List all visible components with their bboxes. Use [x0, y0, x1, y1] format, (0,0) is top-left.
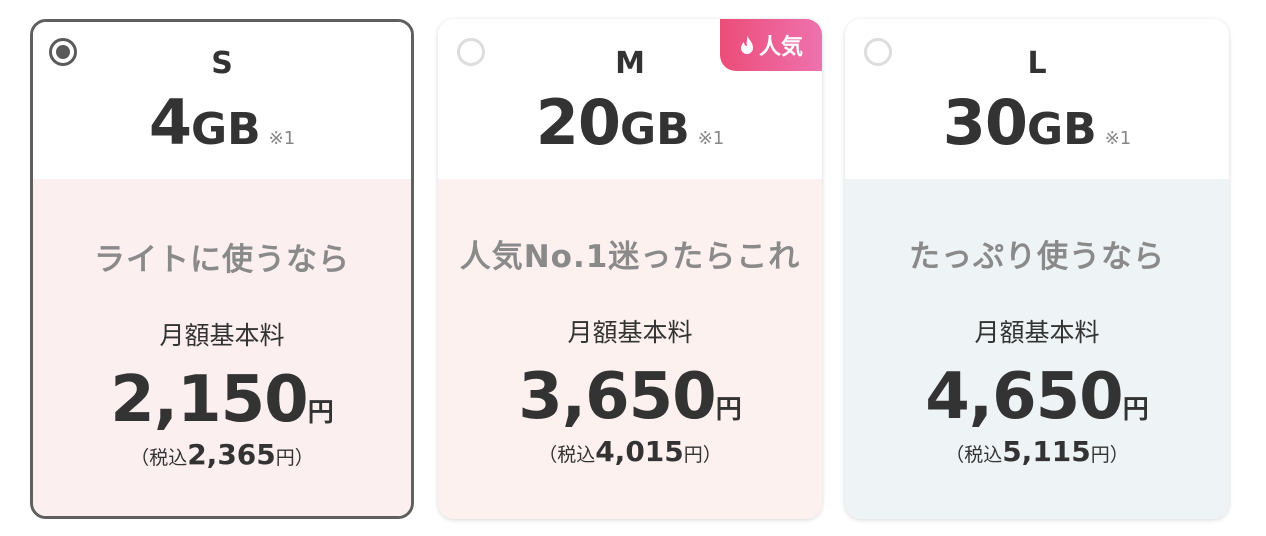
tax-included-price: （税込5,115円） [845, 435, 1229, 468]
data-capacity: 20GB ※1 [438, 87, 822, 175]
tax-prefix: （税込 [130, 447, 188, 469]
plan-tagline: たっぷり使うなら [909, 239, 1165, 275]
price-unit: 円 [1122, 395, 1149, 425]
tax-prefix: （税込 [538, 444, 596, 466]
plan-card-s[interactable]: S 4GB ※1 ライトに使うなら 月額基本料 2,150円 （税込2,365円） [30, 19, 414, 519]
tax-included-price: （税込4,015円） [438, 435, 822, 468]
tax-suffix: 円） [275, 447, 314, 469]
plan-tagline: ライトに使うなら [94, 242, 350, 278]
price-unit: 円 [715, 395, 742, 425]
capacity-footnote: ※1 [268, 128, 296, 149]
capacity-unit: GB [620, 104, 690, 155]
capacity-unit: GB [1027, 104, 1097, 155]
price-value: 3,650 [518, 360, 716, 434]
plan-selector: S 4GB ※1 ライトに使うなら 月額基本料 2,150円 （税込2,365円）… [0, 0, 1266, 536]
plan-card-header: 人気 M 20GB ※1 [438, 19, 822, 179]
plan-size-label: S [211, 46, 233, 81]
plan-card-body: 人気No.1迷ったらこれ 月額基本料 3,650円 （税込4,015円） [438, 179, 822, 519]
plan-size-label: M [615, 46, 645, 81]
capacity-footnote: ※1 [697, 128, 725, 149]
price-value: 4,650 [925, 360, 1123, 434]
data-capacity: 30GB ※1 [845, 87, 1229, 175]
plan-card-body: たっぷり使うなら 月額基本料 4,650円 （税込5,115円） [845, 179, 1229, 519]
tax-suffix: 円） [683, 444, 722, 466]
tax-suffix: 円） [1090, 444, 1129, 466]
tax-price-value: 5,115 [1002, 435, 1091, 468]
monthly-fee-label: 月額基本料 [159, 321, 285, 350]
plan-card-l[interactable]: L 30GB ※1 たっぷり使うなら 月額基本料 4,650円 （税込5,115円… [845, 19, 1229, 519]
price-unit: 円 [307, 398, 334, 428]
tax-price-value: 4,015 [595, 435, 684, 468]
tax-prefix: （税込 [945, 444, 1003, 466]
plan-size-label: L [1027, 46, 1047, 81]
tax-price-value: 2,365 [187, 438, 276, 471]
capacity-footnote: ※1 [1104, 128, 1132, 149]
capacity-unit: GB [190, 104, 261, 155]
plan-card-header: S 4GB ※1 [33, 22, 411, 182]
plan-card-header: L 30GB ※1 [845, 19, 1229, 179]
plan-tagline: 人気No.1迷ったらこれ [459, 239, 801, 275]
monthly-fee-label: 月額基本料 [567, 318, 693, 347]
price-value: 2,150 [110, 363, 308, 437]
plan-card-m[interactable]: 人気 M 20GB ※1 人気No.1迷ったらこれ 月額基本料 3,650円 （税… [438, 19, 822, 519]
capacity-value: 20 [535, 86, 621, 159]
monthly-fee-label: 月額基本料 [974, 318, 1100, 347]
tax-included-price: （税込2,365円） [33, 438, 411, 471]
plan-card-body: ライトに使うなら 月額基本料 2,150円 （税込2,365円） [33, 179, 411, 516]
capacity-value: 4 [148, 86, 192, 159]
data-capacity: 4GB ※1 [33, 87, 411, 175]
capacity-value: 30 [942, 86, 1028, 159]
